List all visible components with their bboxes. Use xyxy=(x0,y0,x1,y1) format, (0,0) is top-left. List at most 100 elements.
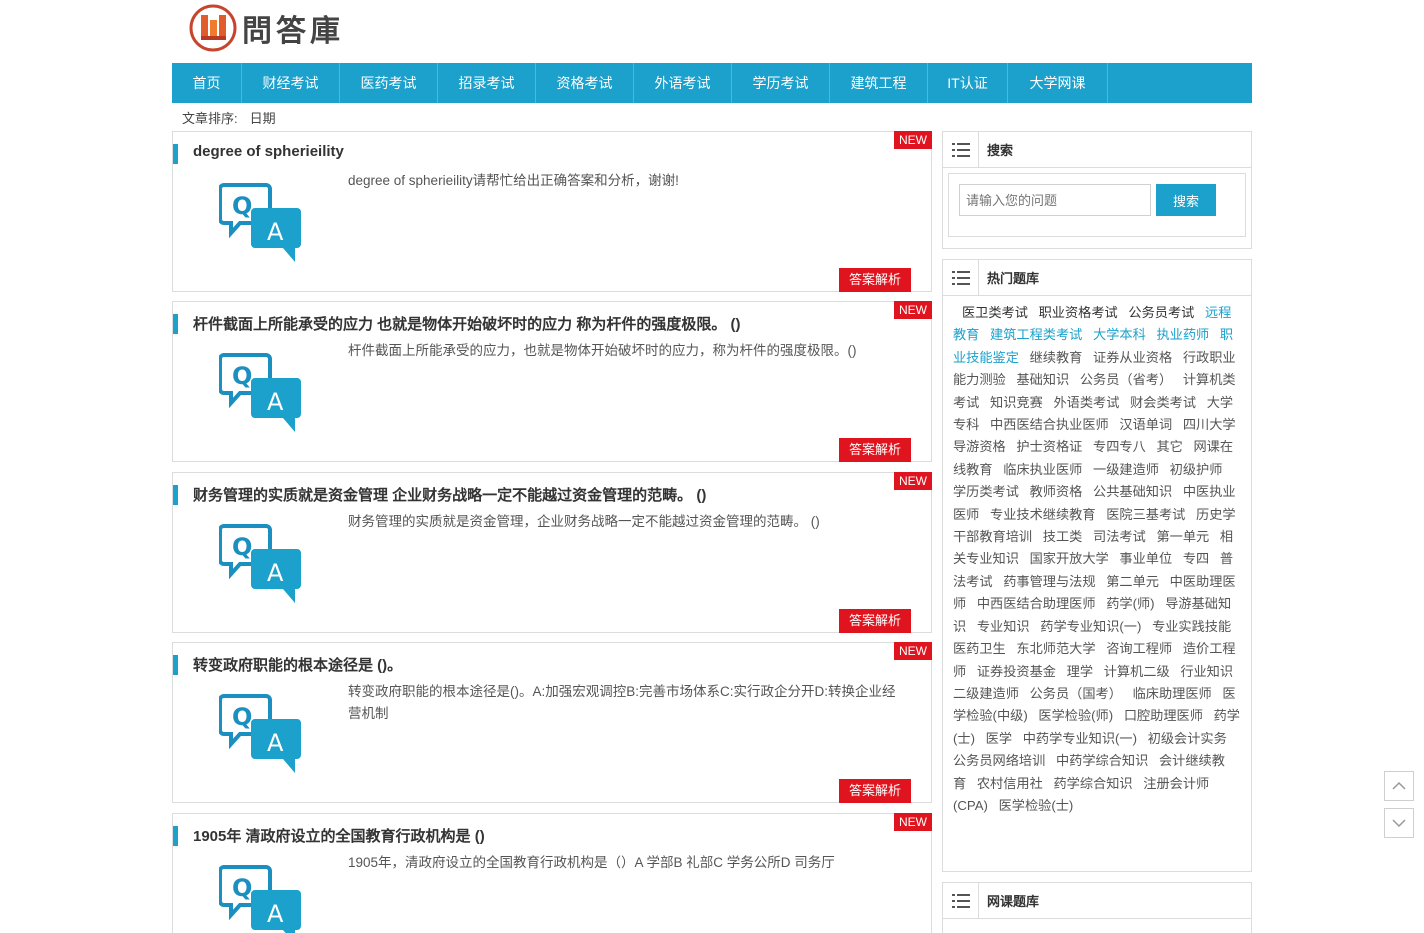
hot-tag-link[interactable]: 中药学综合知识 xyxy=(1056,753,1148,768)
hot-tag-link[interactable]: 专业技术继续教育 xyxy=(990,507,1096,522)
hot-tag-link[interactable]: 外语类考试 xyxy=(1053,395,1119,410)
hot-tag-link[interactable]: 医学 xyxy=(986,731,1012,746)
hot-tag-link[interactable]: 四川大学 xyxy=(1183,417,1236,432)
search-input[interactable] xyxy=(959,184,1151,216)
hot-tag-link[interactable]: 汉语单词 xyxy=(1119,417,1172,432)
hot-tag-link[interactable]: 中西医结合执业医师 xyxy=(990,417,1109,432)
hot-tag-link[interactable]: 专四专八 xyxy=(1093,439,1146,454)
nav-item[interactable]: 建筑工程 xyxy=(830,63,928,103)
hot-tag-link[interactable]: 药事管理与法规 xyxy=(1003,574,1095,589)
hot-tag-link[interactable]: 临床执业医师 xyxy=(1003,462,1082,477)
question-title[interactable]: 1905年 清政府设立的全国教育行政机构是 () xyxy=(193,825,485,846)
title-accent-bar xyxy=(173,314,178,334)
hot-tag-link[interactable]: 教师资格 xyxy=(1030,484,1083,499)
nav-item[interactable]: 医药考试 xyxy=(340,63,438,103)
hot-tag-link[interactable]: 医院三基考试 xyxy=(1106,507,1185,522)
question-card: 杆件截面上所能承受的应力 也就是物体开始破坏时的应力 称为杆件的强度极限。 ()… xyxy=(172,301,932,462)
nav-item[interactable]: 首页 xyxy=(172,63,242,103)
nav-item[interactable]: IT认证 xyxy=(928,63,1008,103)
hot-tag-link[interactable]: 专业知识 xyxy=(977,619,1030,634)
hot-tag-link[interactable]: 医学检验(师) xyxy=(1038,708,1113,723)
hot-tag-link[interactable]: 建筑工程类考试 xyxy=(990,327,1082,342)
hot-tag-link[interactable]: 东北师范大学 xyxy=(1016,641,1095,656)
hot-tag-link[interactable]: 国家开放大学 xyxy=(1030,551,1109,566)
hot-tag-link[interactable]: 大学本科 xyxy=(1093,327,1146,342)
hot-tag-link[interactable]: 医卫类考试 xyxy=(962,305,1028,320)
nav-item[interactable]: 学历考试 xyxy=(732,63,830,103)
nav-item[interactable]: 外语考试 xyxy=(634,63,732,103)
hot-tag-link[interactable]: 医学检验(士) xyxy=(999,798,1074,813)
hot-tag-link[interactable]: 一级建造师 xyxy=(1093,462,1159,477)
chevron-up-icon xyxy=(1392,782,1406,790)
online-banks-panel: 网课题库 xyxy=(942,882,1252,933)
question-title[interactable]: 杆件截面上所能承受的应力 也就是物体开始破坏时的应力 称为杆件的强度极限。 () xyxy=(193,313,741,334)
hot-tag-link[interactable]: 学历类考试 xyxy=(953,484,1019,499)
hot-tag-link[interactable]: 证券投资基金 xyxy=(977,664,1056,679)
question-summary: 杆件截面上所能承受的应力，也就是物体开始破坏时的应力，称为杆件的强度极限。() xyxy=(348,343,857,358)
hot-tag-link[interactable]: 第一单元 xyxy=(1156,529,1209,544)
hot-tag-link[interactable]: 口腔助理医师 xyxy=(1124,708,1203,723)
hot-tag-link[interactable]: 药学综合知识 xyxy=(1053,776,1132,791)
hot-tag-link[interactable]: 初级护师 xyxy=(1170,462,1223,477)
question-title[interactable]: 财务管理的实质就是资金管理 企业财务战略一定不能越过资金管理的范畴。 () xyxy=(193,484,706,505)
hot-tag-link[interactable]: 理学 xyxy=(1067,664,1093,679)
search-panel: 搜索 搜索 xyxy=(942,131,1252,249)
nav-item[interactable]: 资格考试 xyxy=(536,63,634,103)
hot-tag-link[interactable]: 中西医结合助理医师 xyxy=(977,596,1096,611)
hot-tag-link[interactable]: 执业药师 xyxy=(1156,327,1209,342)
hot-tag-link[interactable]: 导游资格 xyxy=(953,439,1006,454)
hot-tag-link[interactable]: 中药学专业知识(一) xyxy=(1023,731,1137,746)
qa-icon: QA xyxy=(218,862,309,933)
answer-analysis-button[interactable]: 答案解析 xyxy=(838,268,911,292)
hot-tag-link[interactable]: 历史学 xyxy=(1196,507,1236,522)
hot-tag-link[interactable]: 知识竞赛 xyxy=(990,395,1043,410)
question-title[interactable]: 转变政府职能的根本途径是 ()。 xyxy=(193,654,402,675)
hot-tag-link[interactable]: 医药卫生 xyxy=(953,641,1006,656)
scroll-top-button[interactable] xyxy=(1384,771,1414,801)
hot-tag-link[interactable]: 二级建造师 xyxy=(953,686,1019,701)
answer-analysis-button[interactable]: 答案解析 xyxy=(838,779,911,803)
title-accent-bar xyxy=(173,826,178,846)
hot-tag-link[interactable]: 公共基础知识 xyxy=(1093,484,1172,499)
hot-tag-link[interactable]: 农村信用社 xyxy=(977,776,1043,791)
search-button[interactable]: 搜索 xyxy=(1156,184,1216,216)
hot-tag-link[interactable]: 职业资格考试 xyxy=(1039,305,1118,320)
answer-analysis-button[interactable]: 答案解析 xyxy=(838,609,911,633)
svg-text:Q: Q xyxy=(232,192,252,220)
sort-option-date[interactable]: 日期 xyxy=(250,108,276,127)
hot-tag-link[interactable]: 财会类考试 xyxy=(1130,395,1196,410)
qa-icon: QA xyxy=(218,521,309,611)
hot-tag-link[interactable]: 药学专业知识(一) xyxy=(1040,619,1141,634)
hot-tag-link[interactable]: 第二单元 xyxy=(1106,574,1159,589)
hot-tag-link[interactable]: 公务员（国考） xyxy=(1030,686,1122,701)
hot-tag-link[interactable]: 公务员（省考） xyxy=(1080,372,1172,387)
hot-tag-link[interactable]: 计算机二级 xyxy=(1104,664,1170,679)
hot-tag-link[interactable]: 药学(师) xyxy=(1106,596,1154,611)
nav-item[interactable]: 招录考试 xyxy=(438,63,536,103)
hot-tag-link[interactable]: 其它 xyxy=(1156,439,1182,454)
hot-tag-link[interactable]: 临床助理医师 xyxy=(1133,686,1212,701)
nav-item[interactable]: 大学网课 xyxy=(1008,63,1108,103)
hot-tag-link[interactable]: 事业单位 xyxy=(1119,551,1172,566)
hot-tag-link[interactable]: 基础知识 xyxy=(1016,372,1069,387)
hot-tag-link[interactable]: 司法考试 xyxy=(1093,529,1146,544)
hot-tag-link[interactable]: 继续教育 xyxy=(1030,350,1083,365)
hot-tag-link[interactable]: 专四 xyxy=(1183,551,1209,566)
hot-tag-link[interactable]: 证券从业资格 xyxy=(1093,350,1172,365)
new-badge: NEW xyxy=(894,472,932,490)
hot-tag-link[interactable]: 专业实践技能 xyxy=(1152,619,1231,634)
site-logo[interactable]: 問答庫 xyxy=(188,3,344,53)
answer-analysis-button[interactable]: 答案解析 xyxy=(838,438,911,462)
scroll-bottom-button[interactable] xyxy=(1384,808,1414,838)
hot-tag-link[interactable]: 咨询工程师 xyxy=(1106,641,1172,656)
hot-tag-link[interactable]: 公务员考试 xyxy=(1128,305,1194,320)
title-accent-bar xyxy=(173,144,178,164)
hot-tag-link[interactable]: 公务员网络培训 xyxy=(953,753,1045,768)
question-title[interactable]: degree of spherieility xyxy=(193,143,344,160)
hot-tag-link[interactable]: 行业知识 xyxy=(1180,664,1233,679)
hot-tag-link[interactable]: 技工类 xyxy=(1043,529,1083,544)
hot-tag-link[interactable]: 护士资格证 xyxy=(1016,439,1082,454)
hot-tag-link[interactable]: 干部教育培训 xyxy=(953,529,1032,544)
hot-tag-link[interactable]: 初级会计实务 xyxy=(1148,731,1227,746)
nav-item[interactable]: 财经考试 xyxy=(242,63,340,103)
